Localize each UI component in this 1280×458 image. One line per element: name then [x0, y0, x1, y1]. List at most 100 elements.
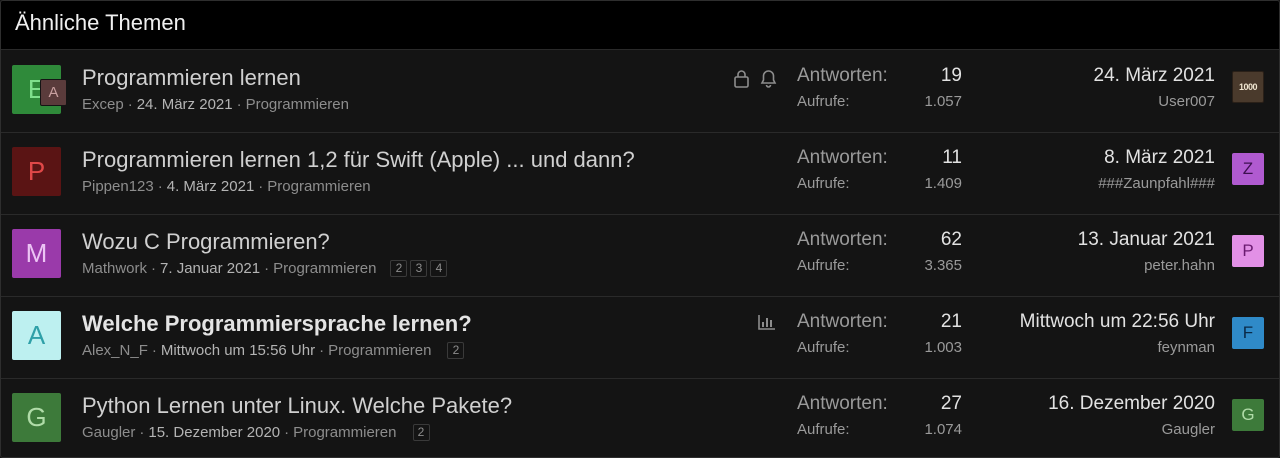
thread-meta: Gaugler · 15. Dezember 2020 · Programmie…	[82, 424, 430, 441]
meta-separator: ·	[151, 342, 157, 359]
mini-avatar-letter: A	[48, 84, 59, 101]
thread-status-icons	[758, 314, 776, 330]
avatar-letter: P	[1242, 241, 1254, 260]
thread-row: P Programmieren lernen 1,2 für Swift (Ap…	[1, 133, 1279, 215]
views-count: 1.409	[924, 175, 962, 192]
last-post-date[interactable]: 13. Januar 2021	[1078, 229, 1215, 251]
meta-separator: ·	[319, 342, 325, 359]
avatar-letter: G	[26, 402, 47, 432]
last-poster-avatar[interactable]: P	[1232, 235, 1264, 267]
block-title: Ähnliche Themen	[1, 1, 1279, 50]
last-post-date[interactable]: 16. Dezember 2020	[1048, 393, 1215, 415]
thread-author[interactable]: Alex_N_F	[82, 342, 148, 359]
views-label: Aufrufe:	[797, 421, 850, 438]
thread-forum[interactable]: Programmieren	[273, 260, 376, 277]
thread-meta: Pippen123 · 4. März 2021 · Programmieren	[82, 178, 371, 195]
last-poster-avatar[interactable]: F	[1232, 317, 1264, 349]
page-links: 2 3 4	[390, 260, 448, 277]
thread-title[interactable]: Programmieren lernen	[82, 65, 301, 91]
thread-meta: Alex_N_F · Mittwoch um 15:56 Uhr · Progr…	[82, 342, 465, 359]
thread-date[interactable]: Mittwoch um 15:56 Uhr	[161, 342, 315, 359]
meta-separator: ·	[139, 424, 145, 441]
page-link[interactable]: 2	[390, 260, 408, 277]
meta-separator: ·	[236, 96, 242, 113]
last-poster-avatar[interactable]: 1000	[1232, 71, 1264, 103]
avatar-letter: G	[1241, 405, 1255, 424]
avatar-letter: Z	[1242, 159, 1254, 178]
thread-author[interactable]: Excep	[82, 96, 124, 113]
replies-count: 27	[940, 393, 962, 414]
thread-date[interactable]: 15. Dezember 2020	[148, 424, 280, 441]
views-count: 3.365	[924, 257, 962, 274]
meta-separator: ·	[127, 96, 133, 113]
last-poster-avatar[interactable]: Z	[1232, 153, 1264, 185]
thread-meta: Excep · 24. März 2021 · Programmieren	[82, 96, 349, 113]
thread-row: A Welche Programmiersprache lernen? Alex…	[1, 297, 1279, 379]
thread-author[interactable]: Pippen123	[82, 178, 154, 195]
meta-separator: ·	[284, 424, 290, 441]
thread-title[interactable]: Python Lernen unter Linux. Welche Pakete…	[82, 393, 512, 419]
last-post-user[interactable]: feynman	[1157, 339, 1215, 356]
replies-count: 19	[940, 65, 962, 86]
thread-forum[interactable]: Programmieren	[246, 96, 349, 113]
replies-label: Antworten:	[797, 65, 888, 86]
replies-count: 21	[940, 311, 962, 332]
meta-separator: ·	[264, 260, 270, 277]
thread-date[interactable]: 4. März 2021	[167, 178, 255, 195]
thread-title[interactable]: Wozu C Programmieren?	[82, 229, 330, 255]
thread-title[interactable]: Welche Programmiersprache lernen?	[82, 311, 472, 337]
meta-separator: ·	[258, 178, 264, 195]
thread-meta: Mathwork · 7. Januar 2021 · Programmiere…	[82, 260, 448, 277]
replies-count: 11	[942, 147, 962, 168]
last-poster-avatar[interactable]: G	[1232, 399, 1264, 431]
last-poster-mini-avatar[interactable]: A	[40, 79, 67, 106]
thread-row: M Wozu C Programmieren? Mathwork · 7. Ja…	[1, 215, 1279, 297]
thread-row: E A Programmieren lernen Excep · 24. Mär…	[1, 51, 1279, 133]
page-link[interactable]: 3	[410, 260, 428, 277]
views-label: Aufrufe:	[797, 93, 850, 110]
author-avatar[interactable]: A	[12, 311, 61, 360]
views-count: 1.003	[924, 339, 962, 356]
avatar-letter: M	[25, 238, 48, 268]
meta-separator: ·	[151, 260, 157, 277]
last-post-date[interactable]: Mittwoch um 22:56 Uhr	[1020, 311, 1215, 333]
avatar-letter: F	[1242, 323, 1254, 342]
replies-label: Antworten:	[797, 229, 888, 250]
replies-label: Antworten:	[797, 147, 888, 168]
last-post-date[interactable]: 24. März 2021	[1094, 65, 1215, 87]
views-label: Aufrufe:	[797, 175, 850, 192]
last-post-date[interactable]: 8. März 2021	[1104, 147, 1215, 169]
views-label: Aufrufe:	[797, 339, 850, 356]
last-post-user[interactable]: ###Zaunpfahl###	[1098, 175, 1215, 192]
page-link[interactable]: 2	[412, 424, 430, 441]
thread-forum[interactable]: Programmieren	[293, 424, 396, 441]
page-links: 2	[412, 424, 430, 441]
thread-forum[interactable]: Programmieren	[267, 178, 370, 195]
thread-author[interactable]: Mathwork	[82, 260, 147, 277]
author-avatar[interactable]: G	[12, 393, 61, 442]
thread-author[interactable]: Gaugler	[82, 424, 135, 441]
thread-date[interactable]: 24. März 2021	[137, 96, 233, 113]
last-post-user[interactable]: peter.hahn	[1144, 257, 1215, 274]
poll-icon	[758, 314, 776, 330]
similar-threads-block: Ähnliche Themen E A Programmieren lernen…	[0, 0, 1280, 458]
views-count: 1.057	[924, 93, 962, 110]
thread-forum[interactable]: Programmieren	[328, 342, 431, 359]
thread-status-icons	[733, 69, 777, 88]
avatar-image-text: 1000	[1238, 82, 1258, 92]
views-count: 1.074	[924, 421, 962, 438]
page-link[interactable]: 2	[447, 342, 465, 359]
bell-icon	[760, 69, 777, 88]
replies-label: Antworten:	[797, 311, 888, 332]
author-avatar[interactable]: P	[12, 147, 61, 196]
thread-date[interactable]: 7. Januar 2021	[160, 260, 260, 277]
views-label: Aufrufe:	[797, 257, 850, 274]
last-post-user[interactable]: User007	[1158, 93, 1215, 110]
thread-title[interactable]: Programmieren lernen 1,2 für Swift (Appl…	[82, 147, 635, 173]
page-link[interactable]: 4	[430, 260, 448, 277]
last-post-user[interactable]: Gaugler	[1162, 421, 1215, 438]
replies-count: 62	[940, 229, 962, 250]
thread-row: G Python Lernen unter Linux. Welche Pake…	[1, 379, 1279, 457]
replies-label: Antworten:	[797, 393, 888, 414]
author-avatar[interactable]: M	[12, 229, 61, 278]
